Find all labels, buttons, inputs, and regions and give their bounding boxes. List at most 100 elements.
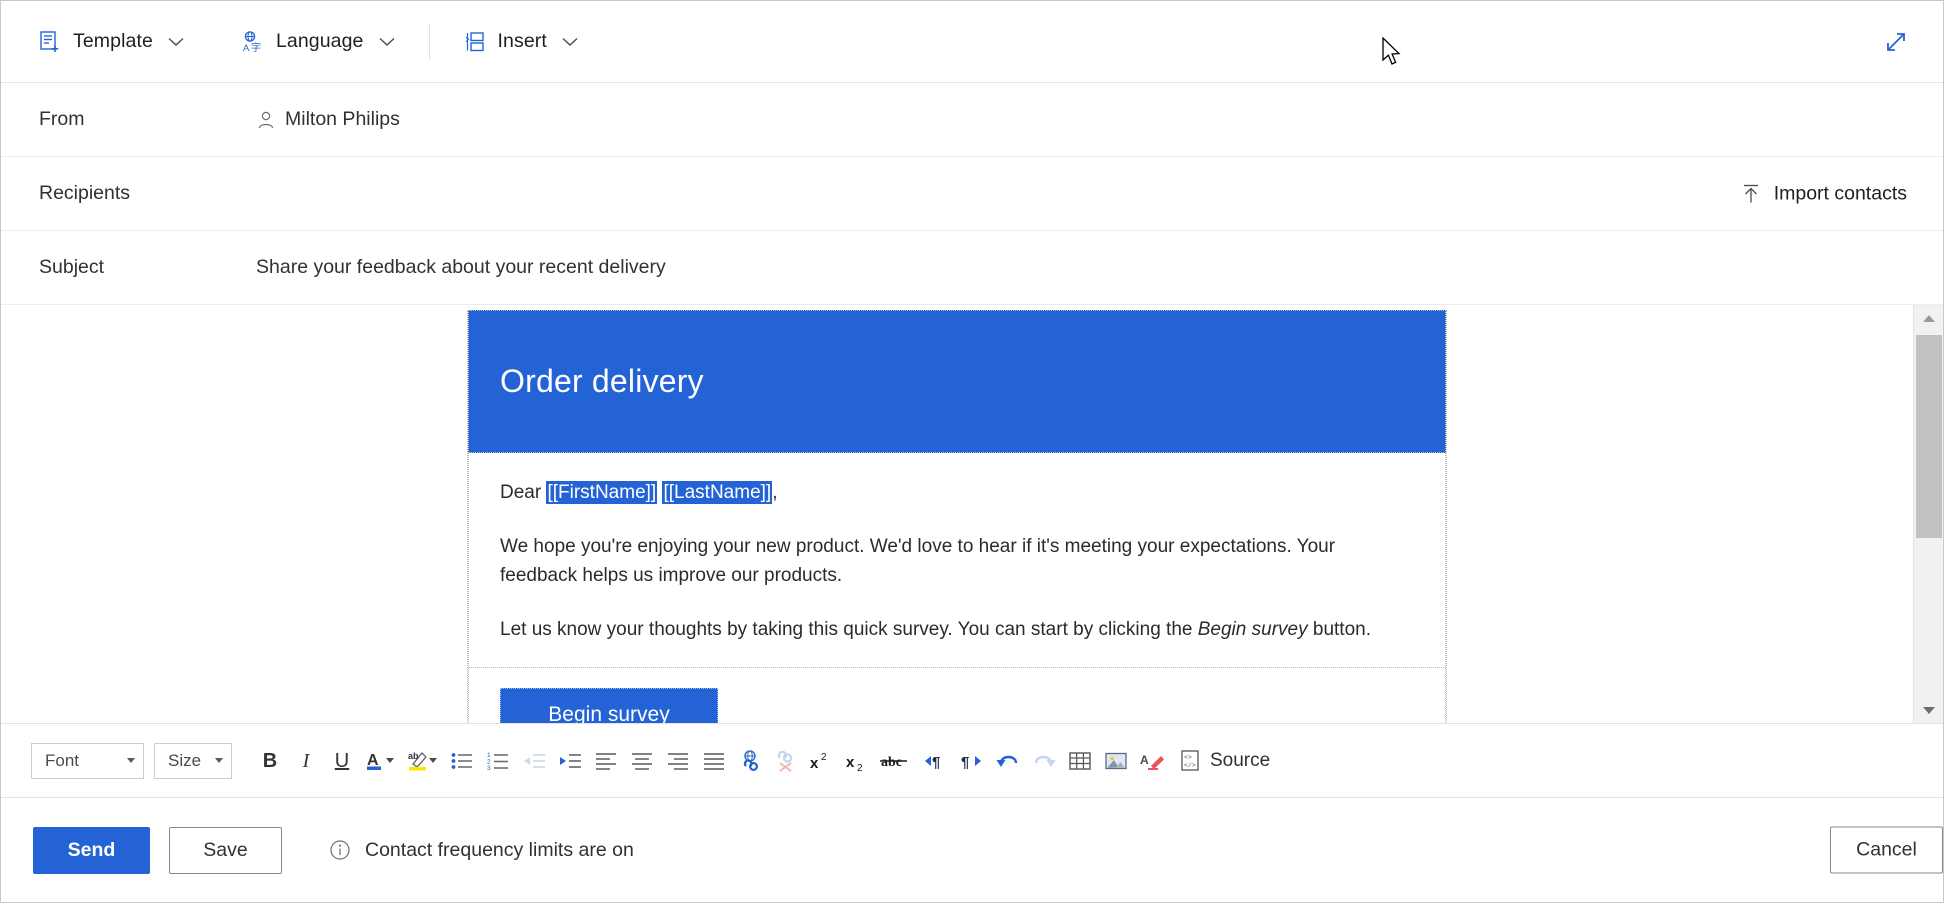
remove-format-button[interactable]: A — [1136, 744, 1168, 778]
remove-link-icon — [774, 750, 798, 772]
paragraph-2-before: Let us know your thoughts by taking this… — [500, 619, 1198, 640]
remove-link-button[interactable] — [770, 744, 802, 778]
begin-survey-button[interactable]: Begin survey — [500, 688, 718, 724]
source-label: Source — [1210, 750, 1270, 772]
align-justify-button[interactable] — [698, 744, 730, 778]
send-button[interactable]: Send — [33, 827, 150, 874]
recipients-row: Recipients Import contacts — [1, 157, 1943, 231]
decrease-indent-button[interactable] — [518, 744, 550, 778]
font-size-value: Size — [168, 751, 201, 771]
svg-text:A: A — [1140, 753, 1149, 767]
insert-menu-button[interactable]: Insert — [452, 16, 590, 68]
format-toolbar: Font Size B I U A ab — [1, 723, 1943, 798]
highlight-color-icon: ab — [408, 748, 438, 774]
italic-icon: I — [303, 751, 310, 771]
svg-text:字: 字 — [251, 41, 261, 54]
from-value[interactable]: Milton Philips — [256, 108, 1943, 131]
expand-editor-button[interactable] — [1879, 25, 1913, 59]
rtl-direction-icon: ¶ — [959, 750, 985, 772]
action-bar: Send Save Contact frequency limits are o… — [1, 798, 1944, 902]
subscript-button[interactable]: x 2 — [842, 744, 874, 778]
svg-text:3: 3 — [487, 765, 491, 771]
underline-icon: U — [335, 751, 349, 771]
svg-text:x: x — [810, 755, 819, 772]
scrollbar-thumb[interactable] — [1916, 335, 1942, 538]
svg-text:¶: ¶ — [961, 754, 969, 771]
email-composer-window: Template A 字 Language — [0, 0, 1944, 903]
lastname-token[interactable]: [[LastName]] — [662, 481, 772, 504]
cancel-button[interactable]: Cancel — [1830, 827, 1943, 874]
text-color-button[interactable]: A — [362, 744, 400, 778]
editor-vertical-scrollbar[interactable] — [1913, 305, 1943, 723]
underline-button[interactable]: U — [326, 744, 358, 778]
chevron-down-icon — [560, 32, 580, 52]
rtl-direction-button[interactable]: ¶ — [956, 744, 988, 778]
insert-table-icon — [1068, 750, 1092, 772]
chevron-down-icon — [215, 758, 223, 763]
bold-icon: B — [263, 751, 277, 771]
numbered-list-icon: 1 2 3 — [487, 751, 509, 771]
text-color-icon: A — [366, 748, 396, 774]
template-menu-button[interactable]: Template — [27, 16, 196, 68]
from-row: From Milton Philips — [1, 83, 1943, 157]
redo-button[interactable] — [1028, 744, 1060, 778]
language-menu-button[interactable]: A 字 Language — [230, 16, 407, 68]
svg-text:<>: <> — [1184, 754, 1192, 761]
insert-icon — [462, 29, 488, 55]
increase-indent-icon — [558, 751, 582, 771]
person-icon — [256, 109, 276, 131]
paragraph-2-after: button. — [1308, 619, 1371, 640]
source-code-icon: <> </> — [1178, 749, 1204, 773]
recipients-label: Recipients — [1, 182, 256, 205]
svg-text:</>: </> — [1184, 762, 1196, 769]
align-center-button[interactable] — [626, 744, 658, 778]
scroll-up-arrow[interactable] — [1914, 305, 1943, 331]
font-family-select[interactable]: Font — [31, 743, 144, 779]
email-hero-banner[interactable]: Order delivery — [468, 310, 1446, 453]
email-body-cell[interactable]: Dear [[FirstName]] [[LastName]], We hope… — [468, 453, 1446, 668]
email-editor-canvas[interactable]: Order delivery Dear [[FirstName]] [[Last… — [1, 305, 1943, 723]
subject-input[interactable]: Share your feedback about your recent de… — [256, 256, 1943, 279]
bulleted-list-icon — [451, 751, 473, 771]
insert-image-button[interactable] — [1100, 744, 1132, 778]
bulleted-list-button[interactable] — [446, 744, 478, 778]
subscript-icon: x 2 — [845, 750, 871, 772]
align-right-button[interactable] — [662, 744, 694, 778]
email-greeting: Dear [[FirstName]] [[LastName]], — [500, 479, 1414, 508]
firstname-token[interactable]: [[FirstName]] — [546, 481, 657, 504]
italic-button[interactable]: I — [290, 744, 322, 778]
source-button[interactable]: <> </> Source — [1172, 744, 1276, 778]
undo-button[interactable] — [992, 744, 1024, 778]
insert-table-button[interactable] — [1064, 744, 1096, 778]
import-contacts-button[interactable]: Import contacts — [1732, 176, 1915, 211]
increase-indent-button[interactable] — [554, 744, 586, 778]
contact-frequency-note: Contact frequency limits are on — [329, 839, 634, 862]
highlight-color-button[interactable]: ab — [404, 744, 442, 778]
ltr-direction-button[interactable]: ¶ — [920, 744, 952, 778]
strikethrough-icon: abc — [880, 750, 914, 772]
svg-text:A: A — [243, 43, 250, 54]
expand-diagonal-icon — [1883, 29, 1909, 55]
svg-text:x: x — [846, 754, 855, 771]
scroll-down-arrow[interactable] — [1914, 697, 1943, 723]
email-paragraph-1: We hope you're enjoying your new product… — [500, 533, 1414, 591]
align-left-button[interactable] — [590, 744, 622, 778]
numbered-list-button[interactable]: 1 2 3 — [482, 744, 514, 778]
insert-link-button[interactable] — [734, 744, 766, 778]
strikethrough-button[interactable]: abc — [878, 744, 916, 778]
save-button[interactable]: Save — [169, 827, 282, 874]
bold-button[interactable]: B — [254, 744, 286, 778]
font-size-select[interactable]: Size — [154, 743, 232, 779]
email-hero-title: Order delivery — [500, 363, 704, 400]
align-left-icon — [595, 751, 617, 771]
template-icon — [37, 29, 63, 55]
svg-text:A: A — [367, 752, 379, 769]
superscript-button[interactable]: x 2 — [806, 744, 838, 778]
greeting-prefix: Dear — [500, 482, 546, 503]
template-label: Template — [73, 30, 153, 53]
align-center-icon — [631, 751, 653, 771]
subject-row: Subject Share your feedback about your r… — [1, 231, 1943, 305]
upload-arrow-icon — [1740, 183, 1762, 205]
info-icon[interactable] — [329, 839, 351, 861]
redo-icon — [1031, 750, 1057, 772]
